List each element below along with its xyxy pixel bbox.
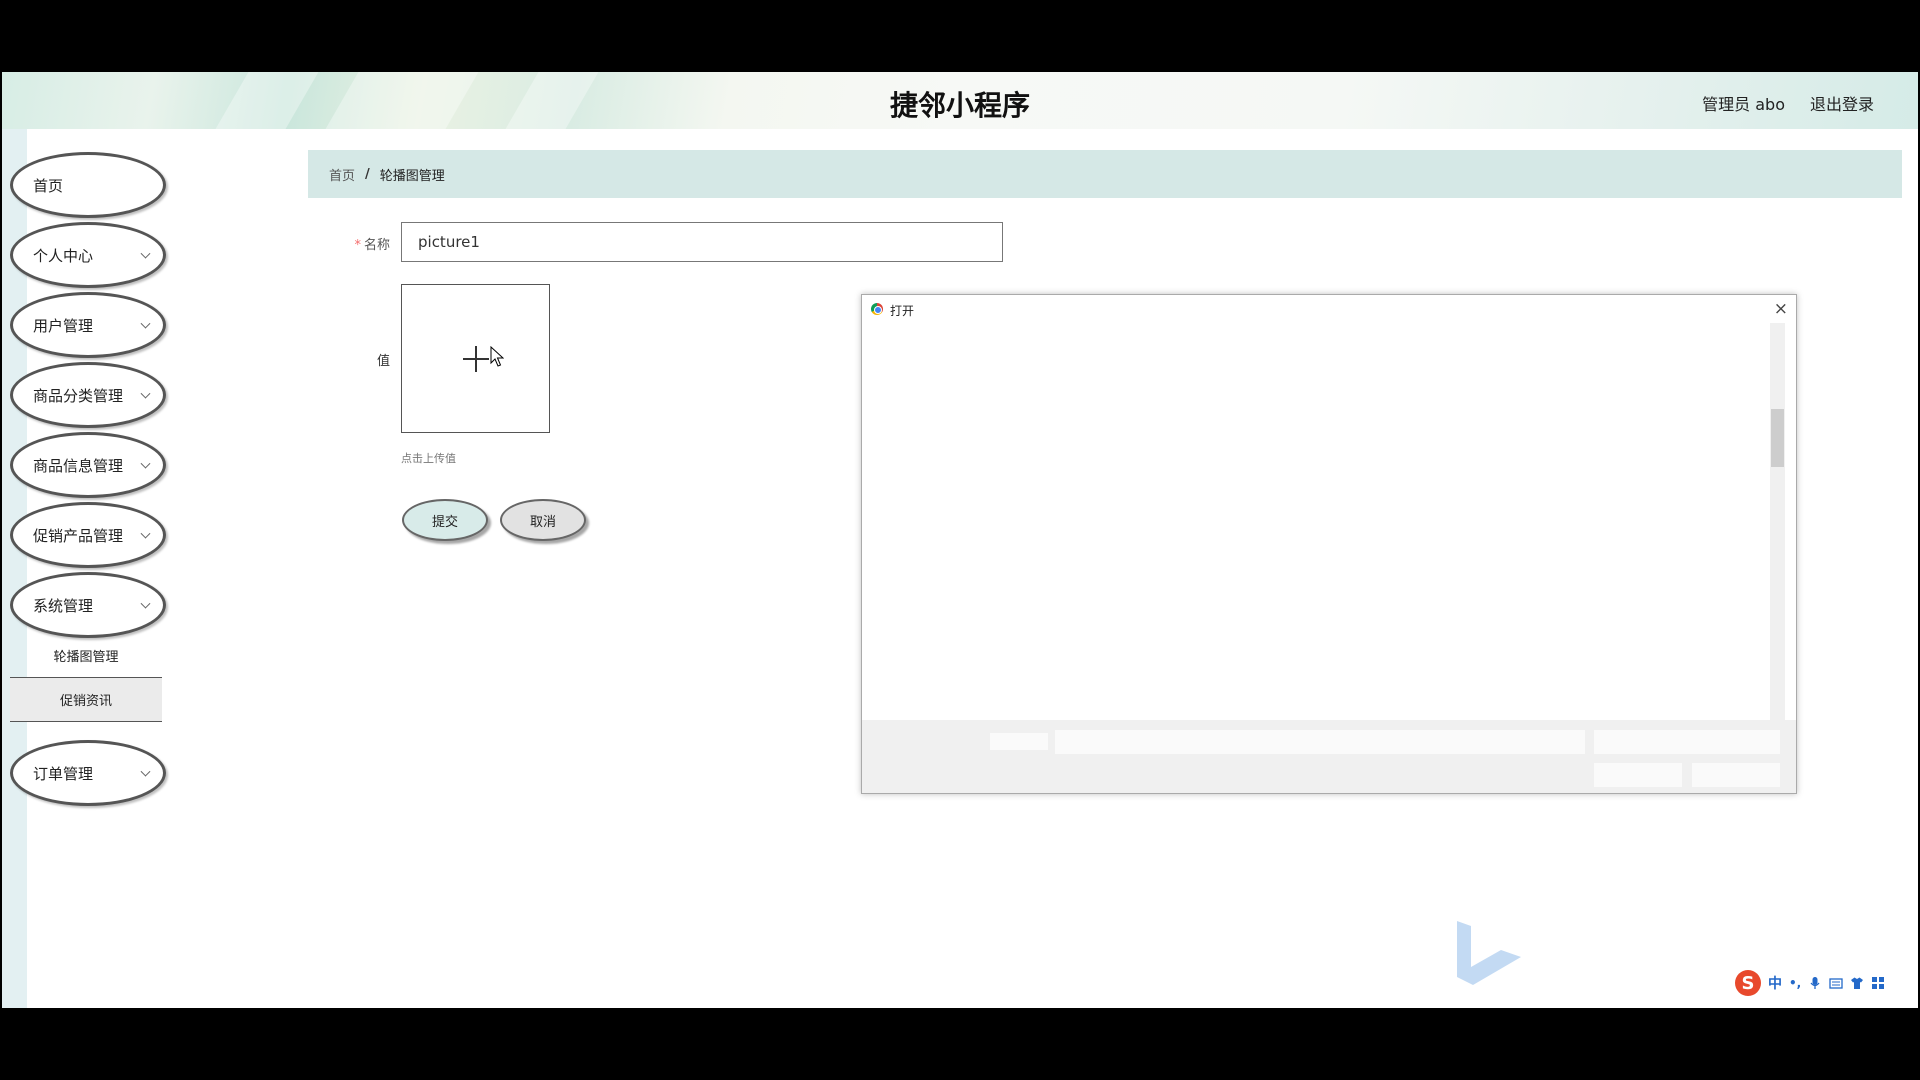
browser-viewport: 捷邻小程序 管理员 abo 退出登录 首页 个人中心 用户管理 商品分类管理 商…: [2, 72, 1918, 1008]
sidebar-item-home[interactable]: 首页: [10, 152, 166, 218]
breadcrumb-current: 轮播图管理: [379, 168, 445, 184]
skin-shirt-icon[interactable]: [1850, 976, 1864, 990]
microphone-icon[interactable]: [1808, 976, 1822, 990]
sidebar-item-category-management[interactable]: 商品分类管理: [10, 362, 166, 428]
admin-user-label: 管理员 abo: [1702, 95, 1785, 114]
chevron-down-icon: [140, 388, 151, 399]
chevron-down-icon: [140, 458, 151, 469]
filename-label-placeholder: [990, 733, 1048, 750]
submit-button[interactable]: 提交: [402, 499, 488, 541]
keyboard-icon[interactable]: [1829, 976, 1843, 990]
sidebar-item-personal-center[interactable]: 个人中心: [10, 222, 166, 288]
image-upload-box[interactable]: [401, 284, 550, 433]
sidebar-item-label: 个人中心: [33, 246, 94, 265]
cancel-button[interactable]: 取消: [500, 499, 586, 541]
breadcrumb-home[interactable]: 首页: [329, 165, 355, 184]
chevron-down-icon: [140, 248, 151, 259]
top-header: 捷邻小程序 管理员 abo 退出登录: [2, 72, 1918, 129]
sidebar-item-label: 订单管理: [33, 764, 94, 783]
sidebar-subitem-label: 轮播图管理: [53, 650, 119, 665]
chevron-down-icon: [140, 318, 151, 329]
breadcrumb: 首页 / 轮播图管理: [308, 150, 1902, 198]
toolbox-grid-icon[interactable]: [1871, 976, 1885, 990]
required-mark: *: [354, 238, 361, 253]
sidebar-subitem-promo-news[interactable]: 促销资讯: [10, 678, 162, 722]
sidebar-item-label: 首页: [33, 176, 64, 195]
file-open-dialog: 打开 ×: [861, 294, 1797, 794]
open-button-placeholder[interactable]: [1594, 763, 1682, 787]
dialog-close-button[interactable]: ×: [1774, 299, 1788, 319]
filetype-select-placeholder[interactable]: [1594, 730, 1780, 754]
dialog-footer: [862, 720, 1796, 793]
dialog-title: 打开: [890, 304, 915, 318]
value-field-label: 值: [376, 354, 390, 369]
sidebar-item-label: 系统管理: [33, 596, 94, 615]
sidebar-subitem-carousel[interactable]: 轮播图管理: [10, 634, 162, 678]
dialog-titlebar[interactable]: 打开 ×: [862, 295, 1796, 323]
sogou-logo-icon[interactable]: S: [1735, 970, 1761, 996]
dialog-scrollbar[interactable]: [1770, 323, 1785, 720]
chevron-down-icon: [140, 766, 151, 777]
sidebar-item-product-management[interactable]: 商品信息管理: [10, 432, 166, 498]
name-label-text: 名称: [363, 238, 390, 253]
sidebar-item-user-management[interactable]: 用户管理: [10, 292, 166, 358]
ime-punctuation-toggle[interactable]: •,: [1789, 976, 1801, 990]
mouse-cursor-icon: [490, 346, 504, 367]
name-input[interactable]: [401, 222, 1003, 262]
name-field-label: * 名称: [322, 234, 390, 253]
sidebar-item-label: 用户管理: [33, 316, 94, 335]
app-title: 捷邻小程序: [889, 89, 1030, 122]
sidebar-item-promotion-management[interactable]: 促销产品管理: [10, 502, 166, 568]
chevron-down-icon: [140, 598, 151, 609]
plus-icon: [475, 346, 477, 372]
sidebar-subitem-label: 促销资讯: [59, 694, 112, 709]
dialog-cancel-button-placeholder[interactable]: [1692, 763, 1780, 787]
chevron-down-icon: [140, 528, 151, 539]
breadcrumb-separator: /: [365, 166, 370, 182]
ime-mode-toggle[interactable]: 中: [1768, 973, 1782, 993]
upload-tip: 点击上传值: [401, 452, 456, 465]
sidebar-item-system-management[interactable]: 系统管理: [10, 572, 166, 638]
scrollbar-thumb[interactable]: [1771, 409, 1784, 467]
sidebar-item-label: 促销产品管理: [33, 526, 124, 545]
sidebar-item-label: 商品信息管理: [33, 456, 124, 475]
chrome-icon: [871, 303, 883, 315]
sidebar-item-label: 商品分类管理: [33, 386, 124, 405]
filename-input-placeholder[interactable]: [1055, 730, 1585, 754]
bing-logo-icon: [1457, 921, 1521, 985]
logout-link[interactable]: 退出登录: [1810, 91, 1874, 115]
sidebar-item-order-management[interactable]: 订单管理: [10, 740, 166, 806]
ime-toolbar: S 中 •,: [1735, 968, 1885, 998]
